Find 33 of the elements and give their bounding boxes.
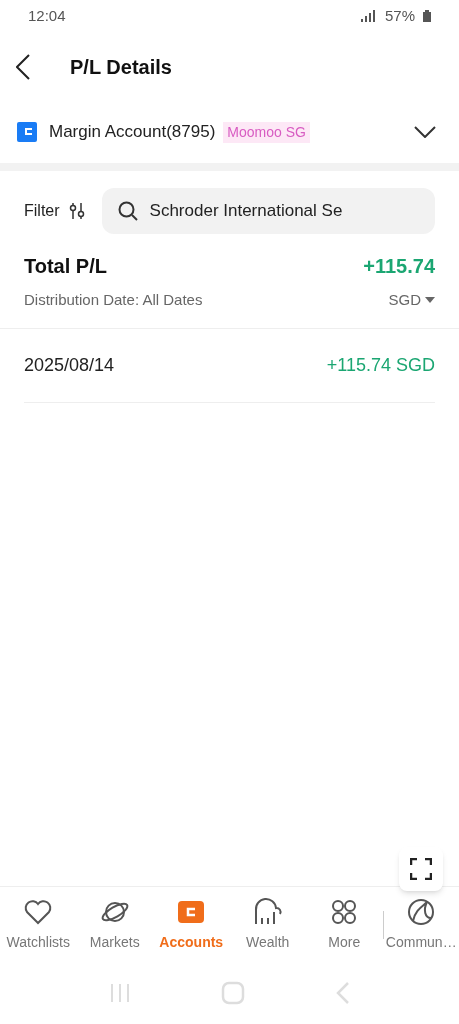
nav-tab[interactable]: Markets bbox=[76, 896, 153, 953]
page-title: P/L Details bbox=[70, 55, 172, 80]
account-name: Margin Account(8795) bbox=[49, 121, 216, 144]
currency-dropdown[interactable]: SGD bbox=[388, 289, 435, 312]
filter-icon bbox=[67, 202, 86, 220]
search-value: Schroder International Se bbox=[149, 200, 343, 223]
search-field[interactable]: Schroder International Se bbox=[101, 188, 435, 234]
caret-icon bbox=[425, 297, 435, 304]
back-icon[interactable] bbox=[335, 981, 350, 1005]
chevron-down-icon bbox=[414, 126, 436, 138]
battery-percent: 57% bbox=[384, 5, 415, 26]
nav-tab[interactable]: Accounts bbox=[153, 896, 230, 953]
account-selector[interactable]: Margin Account(8795) Moomoo SG bbox=[0, 102, 459, 162]
account-icon bbox=[17, 122, 37, 142]
home-icon[interactable] bbox=[221, 981, 246, 1005]
nav-tab[interactable]: More bbox=[306, 896, 383, 953]
distribution-date: Distribution Date: All Dates bbox=[24, 290, 203, 310]
nav-tab[interactable]: Watchlists bbox=[0, 896, 77, 953]
status-time: 12:04 bbox=[28, 5, 66, 26]
fullscreen-button[interactable] bbox=[399, 847, 443, 891]
row-date: 2025/08/14 bbox=[24, 353, 115, 377]
nav-tab[interactable]: Wealth bbox=[229, 896, 306, 953]
fullscreen-icon bbox=[410, 858, 432, 880]
battery-icon bbox=[423, 10, 431, 22]
search-icon bbox=[117, 201, 138, 221]
nav-tab[interactable]: Commun… bbox=[383, 896, 459, 953]
total-pl-value: +115.74 bbox=[363, 254, 435, 279]
filter-button[interactable]: Filter bbox=[24, 199, 86, 223]
recent-apps-icon[interactable] bbox=[109, 982, 132, 1004]
row-amount: +115.74 SGD bbox=[326, 353, 435, 377]
signal-icon bbox=[360, 10, 377, 22]
broker-tag: Moomoo SG bbox=[223, 121, 310, 143]
total-pl-label: Total P/L bbox=[24, 254, 107, 279]
